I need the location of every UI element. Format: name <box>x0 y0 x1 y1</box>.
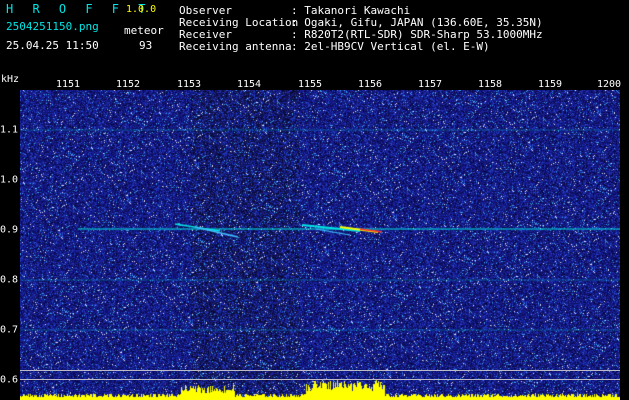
x-tick-label: 1151 <box>55 79 81 90</box>
mode-count: 93 <box>139 39 153 52</box>
x-tick-label: 1156 <box>357 79 383 90</box>
y-tick-label: 1.0 <box>0 174 19 186</box>
app-version: 1.0.0 <box>126 4 157 15</box>
x-tick-label: 1157 <box>417 79 443 90</box>
file-name: 2504251150.png <box>6 20 99 33</box>
antenna-label: Receiving antenna <box>179 40 292 53</box>
y-tick-label: 0.9 <box>0 224 19 236</box>
capture-datetime: 25.04.25 11:50 <box>6 39 99 52</box>
x-tick-label: 1155 <box>297 79 323 90</box>
x-tick-label: 1153 <box>176 79 202 90</box>
spectrogram-plot <box>20 90 620 400</box>
x-tick-label: 1154 <box>236 79 262 90</box>
y-tick-label: 0.8 <box>0 274 19 286</box>
y-tick-label: 0.7 <box>0 324 19 336</box>
x-tick-label: 1152 <box>115 79 141 90</box>
x-tick-label: 1158 <box>477 79 503 90</box>
y-tick-label: 0.6 <box>0 374 19 386</box>
y-tick-label: 1.1 <box>0 124 19 136</box>
y-axis-unit: kHz <box>1 74 20 85</box>
x-tick-label: 1159 <box>537 79 563 90</box>
x-tick-label: 1200 <box>596 79 622 90</box>
mode-label: meteor <box>124 24 164 37</box>
antenna-value: : 2el-HB9CV Vertical (el. E-W) <box>291 40 490 53</box>
reference-line-upper <box>20 370 620 371</box>
reference-line-lower <box>20 379 620 380</box>
